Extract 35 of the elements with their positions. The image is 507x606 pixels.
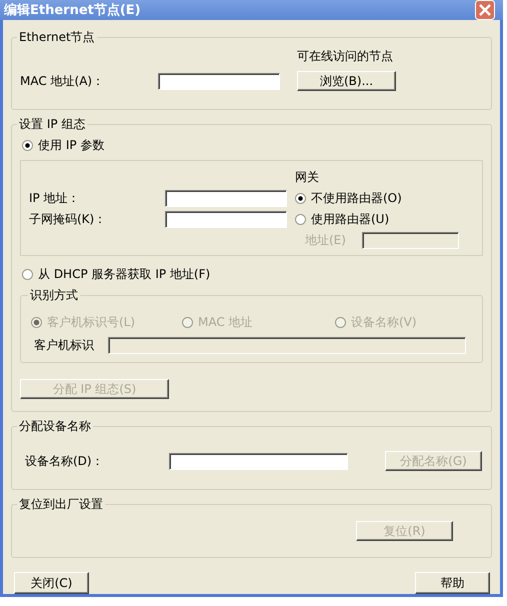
radio-label: MAC 地址 [198, 314, 253, 331]
window-title: 编辑Ethernet节点(E) [4, 2, 141, 19]
radio-button[interactable] [22, 140, 33, 151]
close-icon[interactable] [475, 0, 495, 20]
client-id-field[interactable] [108, 337, 466, 354]
ip-address-field[interactable] [165, 190, 287, 207]
radio-label: 客户机标识号(L) [47, 314, 136, 331]
browse-button[interactable]: 浏览(B)... [297, 71, 396, 91]
device-name-field[interactable] [169, 452, 348, 470]
router-address-label: 地址(E) [305, 232, 346, 249]
group-title: Ethernet节点 [18, 29, 96, 46]
group-title: 识别方式 [29, 287, 79, 304]
close-button[interactable]: 关闭(C) [14, 572, 89, 594]
subnet-mask-field[interactable] [165, 211, 287, 228]
radio-label: 使用路由器(U) [311, 211, 390, 228]
subnet-mask-label: 子网掩码(K)： [29, 211, 108, 228]
radio-button[interactable] [295, 214, 306, 225]
radio-label: 不使用路由器(O) [311, 190, 402, 207]
group-title: 复位到出厂设置 [18, 496, 104, 513]
gateway-label: 网关 [295, 169, 320, 186]
router-address-field[interactable] [362, 232, 459, 249]
help-button[interactable]: 帮助 [415, 572, 490, 594]
client-id-label: 客户机标识 [34, 337, 94, 354]
radio-label: 设备名称(V) [351, 314, 417, 331]
radio-label: 使用 IP 参数 [38, 137, 104, 154]
device-name-label: 设备名称(D)： [24, 452, 105, 470]
group-title: 设置 IP 组态 [18, 116, 86, 133]
radio-button[interactable] [295, 193, 306, 204]
ip-address-label: IP 地址： [29, 190, 81, 207]
radio-button[interactable] [22, 269, 33, 280]
group-title: 分配设备名称 [18, 418, 92, 435]
online-nodes-label: 可在线访问的节点 [297, 48, 394, 65]
mac-address-field[interactable] [158, 72, 280, 90]
mac-address-label: MAC 地址(A)： [20, 72, 106, 90]
radio-label: 从 DHCP 服务器获取 IP 地址(F) [38, 266, 210, 283]
